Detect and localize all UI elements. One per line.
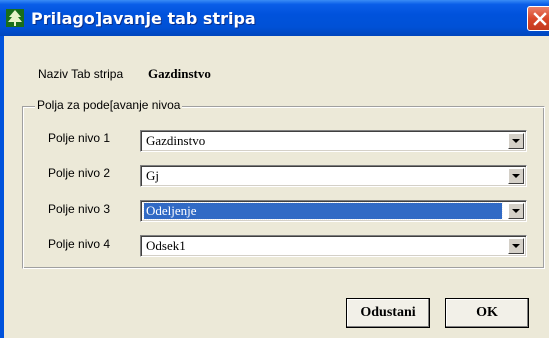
dialog-window: Prilago]avanje tab stripa Naziv Tab stri…	[0, 0, 549, 338]
level-3-value: Odeljenje	[143, 202, 503, 220]
level-2-dropdown[interactable]: Gj	[140, 165, 527, 187]
close-icon	[533, 12, 547, 26]
chevron-down-icon	[512, 139, 520, 143]
tree-icon	[6, 9, 24, 27]
level-3-dropdown-button[interactable]	[508, 203, 524, 219]
title-bar[interactable]: Prilago]avanje tab stripa	[0, 0, 549, 36]
chevron-down-icon	[512, 209, 520, 213]
level-1-label: Polje nivo 1	[48, 131, 111, 145]
groupbox-legend: Polja za pode[avanje nivoa	[35, 98, 183, 112]
chevron-down-icon	[512, 244, 520, 248]
level-1-dropdown-button[interactable]	[508, 133, 524, 149]
ok-button[interactable]: OK	[445, 298, 529, 328]
level-2-label: Polje nivo 2	[48, 166, 111, 180]
level-4-dropdown-button[interactable]	[508, 238, 524, 254]
naziv-value: Gazdinstvo	[148, 66, 211, 81]
close-button[interactable]	[527, 6, 549, 31]
naziv-label: Naziv Tab stripa	[38, 67, 124, 81]
window-title: Prilago]avanje tab stripa	[31, 9, 256, 28]
level-4-label: Polje nivo 4	[48, 237, 111, 251]
level-3-dropdown[interactable]: Odeljenje	[140, 200, 527, 222]
level-2-dropdown-button[interactable]	[508, 168, 524, 184]
level-1-dropdown[interactable]: Gazdinstvo	[140, 130, 527, 152]
cancel-button[interactable]: Odustani	[346, 298, 430, 328]
level-4-value: Odsek1	[146, 238, 186, 253]
level-1-value: Gazdinstvo	[146, 133, 206, 148]
chevron-down-icon	[512, 174, 520, 178]
level-2-value: Gj	[146, 168, 159, 183]
level-4-dropdown[interactable]: Odsek1	[140, 235, 527, 257]
window-frame	[0, 36, 4, 338]
level-3-label: Polje nivo 3	[48, 202, 111, 216]
